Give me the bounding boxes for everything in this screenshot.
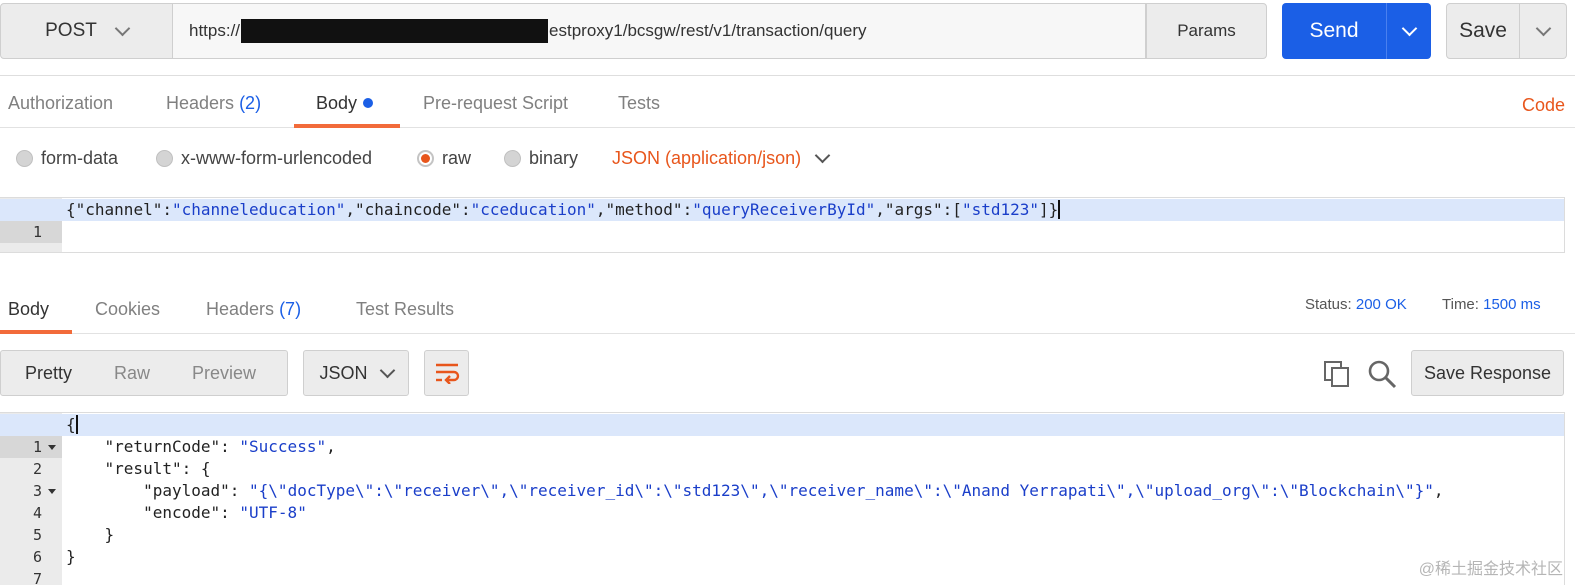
headers-count: (2) <box>239 93 262 113</box>
code-text: } <box>104 525 115 544</box>
tab-label: Headers <box>166 93 235 113</box>
chevron-down-icon <box>114 20 131 36</box>
code-line: 6 } <box>0 524 1564 566</box>
text-cursor <box>1058 200 1061 219</box>
active-tab-indicator <box>294 124 400 128</box>
modified-dot-icon <box>363 98 374 108</box>
code-text: } <box>66 547 76 566</box>
text-cursor <box>75 415 78 434</box>
tab-label: Body <box>8 299 50 319</box>
search-icon[interactable] <box>1366 358 1398 390</box>
time-value: 1500 ms <box>1483 296 1541 313</box>
radio-label: binary <box>529 147 579 168</box>
tab-label: Test Results <box>356 299 455 319</box>
wrap-lines-button[interactable] <box>424 350 469 396</box>
chevron-down-icon <box>814 147 831 163</box>
chevron-down-icon <box>379 362 395 378</box>
tab-label: Authorization <box>8 93 114 113</box>
radio-circle-selected <box>417 149 434 167</box>
tab-label: Body <box>316 93 358 113</box>
code-link[interactable]: Code <box>1522 76 1565 128</box>
radio-urlencoded[interactable]: x-www-form-urlencoded <box>156 130 372 186</box>
tab-tests[interactable]: Tests <box>618 76 660 128</box>
code-line: 5 "encode": "UTF-8" <box>0 502 1564 544</box>
radio-raw[interactable]: raw <box>417 130 471 186</box>
tab-headers[interactable]: Headers (2) <box>166 76 261 128</box>
content-type-label: JSON (application/json) <box>612 147 802 168</box>
request-tabs: Authorization Headers (2) Body Pre-reque… <box>0 76 1575 128</box>
code-text: "payload": "{\"docType\":\"receiver\",\"… <box>143 481 1444 500</box>
method-label: POST <box>45 20 97 41</box>
tab-pre-request-script[interactable]: Pre-request Script <box>423 76 568 128</box>
code-line: 1 {"channel":"channeleducation","chainco… <box>0 199 1564 243</box>
save-options-button[interactable] <box>1520 3 1567 59</box>
tab-label: Pre-request Script <box>423 93 569 113</box>
url-path: estproxy1/bcsgw/rest/v1/transaction/quer… <box>549 21 867 40</box>
radio-label: form-data <box>41 147 119 168</box>
tab-label: Headers <box>206 299 275 319</box>
code-text: "result": { <box>104 459 211 478</box>
view-mode-segmented: Pretty Raw Preview <box>0 350 288 396</box>
line-number: 1 <box>0 221 62 243</box>
tab-test-results[interactable]: Test Results <box>356 282 454 334</box>
chevron-down-icon <box>1401 20 1417 36</box>
wrap-lines-icon <box>435 363 459 384</box>
radio-label: x-www-form-urlencoded <box>181 147 373 168</box>
body-type-options: form-data x-www-form-urlencoded raw bina… <box>0 130 1575 186</box>
watermark: @稀土掘金技术社区 <box>1418 561 1563 578</box>
time-label: Time: <box>1442 296 1479 313</box>
request-body-editor[interactable]: 1 {"channel":"channeleducation","chainco… <box>0 197 1565 253</box>
code-text: {"channel":"channeleducation","chaincode… <box>66 200 1061 219</box>
code-line: 7 } <box>0 546 1564 585</box>
time-readout: Time: 1500 ms <box>1442 282 1541 332</box>
content-type-dropdown[interactable]: JSON (application/json) <box>612 130 831 186</box>
view-preview-button[interactable]: Preview <box>168 363 274 384</box>
redacted-host-block <box>241 19 549 43</box>
code-text: "encode": "UTF-8" <box>143 503 307 522</box>
tab-label: Cookies <box>95 299 161 319</box>
code-line: 2 "returnCode": "Success", <box>0 436 1564 478</box>
params-button[interactable]: Params <box>1146 3 1267 59</box>
active-tab-indicator <box>0 330 72 334</box>
code-line: 3 "result": { <box>0 458 1564 500</box>
tab-cookies[interactable]: Cookies <box>95 282 160 334</box>
view-pretty-button[interactable]: Pretty <box>1 363 90 384</box>
tab-body[interactable]: Body <box>316 76 374 128</box>
send-button[interactable]: Send <box>1282 3 1386 59</box>
status-readout: Status: 200 OK <box>1305 282 1407 332</box>
radio-form-data[interactable]: form-data <box>16 130 118 186</box>
save-response-button[interactable]: Save Response <box>1411 350 1564 396</box>
radio-label: raw <box>442 147 472 168</box>
line-number: 7 <box>32 570 42 585</box>
send-options-button[interactable] <box>1386 3 1431 59</box>
tab-authorization[interactable]: Authorization <box>8 76 113 128</box>
method-dropdown[interactable]: POST <box>0 3 173 59</box>
code-line: 4 "payload": "{\"docType\":\"receiver\",… <box>0 480 1564 522</box>
format-label: JSON <box>319 362 368 383</box>
response-tabs: Body Cookies Headers (7) Test Results St… <box>0 282 1575 334</box>
copy-icon[interactable] <box>1322 359 1352 389</box>
chevron-down-icon <box>1535 20 1551 36</box>
tab-label: Tests <box>618 93 661 113</box>
headers-count: (7) <box>279 299 302 319</box>
tab-response-body[interactable]: Body <box>8 282 49 334</box>
tab-response-headers[interactable]: Headers (7) <box>206 282 301 334</box>
code-text: "returnCode": "Success", <box>104 437 336 456</box>
response-body-viewer[interactable]: 1 { 2 "returnCode": "Success", 3 "result… <box>0 412 1565 585</box>
url-prefix: https:// <box>189 21 241 40</box>
format-dropdown[interactable]: JSON <box>303 350 409 396</box>
radio-circle <box>16 149 33 167</box>
url-input[interactable]: https:// estproxy1/bcsgw/rest/v1/transact… <box>173 3 1146 59</box>
code-line: 1 { <box>0 414 1564 458</box>
status-label: Status: <box>1305 296 1352 313</box>
view-raw-button[interactable]: Raw <box>90 363 168 384</box>
response-toolbar: Pretty Raw Preview JSON Save Response <box>0 350 1575 398</box>
radio-binary[interactable]: binary <box>504 130 578 186</box>
radio-circle <box>504 149 521 167</box>
save-button[interactable]: Save <box>1446 3 1520 59</box>
code-text: { <box>66 415 78 434</box>
request-bar: POST https:// estproxy1/bcsgw/rest/v1/tra… <box>0 0 1575 68</box>
radio-circle <box>156 149 173 167</box>
status-value: 200 OK <box>1355 296 1407 313</box>
